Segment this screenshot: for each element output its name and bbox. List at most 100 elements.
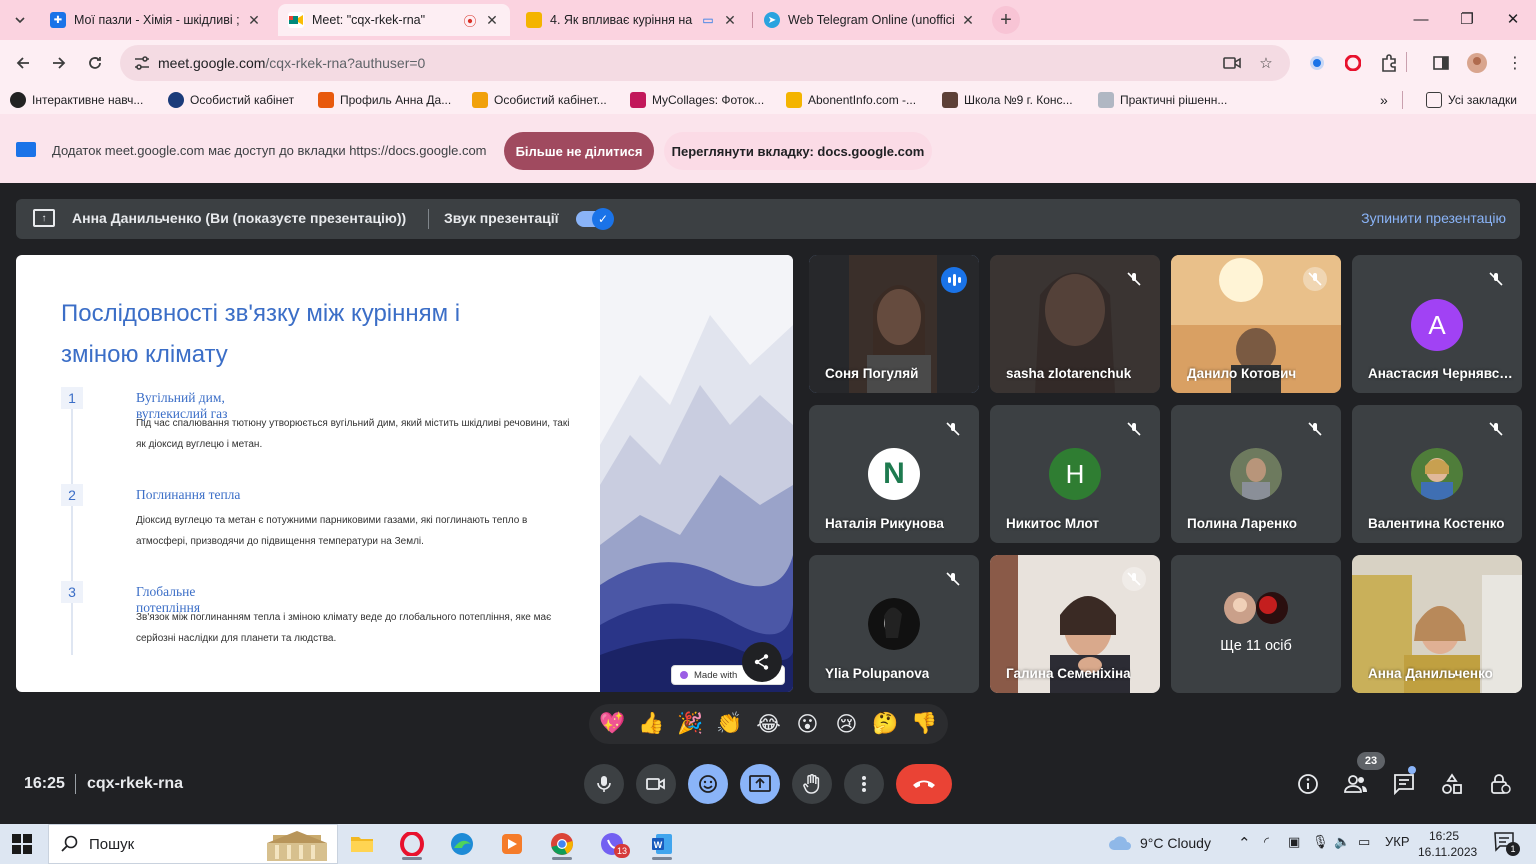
mic-off-icon [1303,267,1327,291]
reactions-button[interactable] [688,764,728,804]
presenting-separator [428,209,429,229]
reaction-sad-button[interactable]: 😢 [830,707,864,741]
taskbar-clock[interactable]: 16:25 16.11.2023 [1418,828,1477,860]
raise-hand-button[interactable] [792,764,832,804]
tab-meet[interactable]: Meet: "cqx-rkek-rna" ⦿ ✕ [278,4,510,36]
reaction-laugh-button[interactable]: 😂 [752,707,786,741]
meet-now-icon[interactable]: ▣ [1288,834,1300,850]
close-icon[interactable]: ✕ [722,12,738,28]
participant-tile[interactable]: N Наталія Рикунова [809,405,979,543]
smile-icon [699,775,717,793]
bookmark-item[interactable]: AbonentInfo.com -... [786,91,916,109]
participant-tile[interactable]: A Анастасия Чернявская [1352,255,1522,393]
viber-app[interactable]: 13 [592,828,632,860]
profile-avatar[interactable] [1466,52,1488,74]
windows-start-button[interactable] [12,834,32,854]
participant-tile[interactable]: sasha zlotarenchuk [990,255,1160,393]
meeting-details-button[interactable] [1292,768,1324,800]
camera-button[interactable] [636,764,676,804]
close-icon[interactable]: ✕ [484,12,500,28]
star-icon[interactable]: ☆ [1254,51,1278,75]
bookmark-item[interactable]: Особистий кабінет [168,91,294,109]
reaction-thumbs-up-button[interactable]: 👍 [635,707,669,741]
reaction-clap-button[interactable]: 👏 [713,707,747,741]
bookmark-item[interactable]: MyCollages: Фоток... [630,91,764,109]
reaction-party-button[interactable]: 🎉 [674,707,708,741]
site-info-icon[interactable] [130,51,154,75]
opera-icon[interactable] [1342,52,1364,74]
view-tab-button[interactable]: Переглянути вкладку: docs.google.com [664,132,932,170]
reaction-heart-button[interactable]: 💖 [596,707,630,741]
tab-puzzles[interactable]: ✚ Мої пазли - Хімія - шкідливі ; ✕ [40,4,272,36]
chat-button[interactable] [1388,768,1420,800]
presentation-audio-toggle[interactable]: ✓ [576,208,614,230]
activities-button[interactable] [1436,768,1468,800]
leave-call-button[interactable] [896,764,952,804]
present-button[interactable] [740,764,780,804]
reaction-thumbs-down-button[interactable]: 👎 [908,707,942,741]
forward-button[interactable] [44,48,74,78]
weather-widget[interactable]: 9°C Cloudy [1108,835,1211,851]
all-bookmarks-button[interactable]: Усі закладки [1426,91,1517,109]
slideshow-app[interactable] [492,828,532,860]
host-controls-button[interactable] [1484,768,1516,800]
participant-tile[interactable]: Галина Семеніхіна [990,555,1160,693]
bookmark-item[interactable]: Практичні рішенн... [1098,91,1227,109]
extension-blue-icon[interactable] [1306,52,1328,74]
back-button[interactable] [8,48,38,78]
menu-kebab-icon[interactable]: ⋮ [1504,52,1526,74]
side-panel-icon[interactable] [1430,52,1452,74]
participant-tile[interactable]: Соня Погуляй [809,255,979,393]
reaction-thinking-button[interactable]: 🤔 [869,707,903,741]
tab-slides[interactable]: 4. Як впливає куріння на л ▭ ✕ [516,4,748,36]
tab-search-button[interactable] [8,8,32,32]
slide-share-button[interactable] [742,642,782,682]
check-icon: ✓ [592,208,614,230]
tab-telegram[interactable]: ➤ Web Telegram Online (unoffici ✕ [754,4,986,36]
close-icon[interactable]: ✕ [246,12,262,28]
bookmark-item[interactable]: Школа №9 г. Конс... [942,91,1073,109]
people-button[interactable] [1340,768,1372,800]
show-hidden-icons-button[interactable]: ⌃ [1238,834,1251,852]
volume-icon[interactable]: 🔈 [1334,834,1350,850]
maximize-button[interactable]: ❐ [1444,4,1490,34]
chrome-app[interactable] [542,828,582,860]
input-language[interactable]: УКР [1385,834,1410,849]
extensions-puzzle-icon[interactable] [1378,52,1400,74]
word-app[interactable]: W [642,828,682,860]
stop-presenting-link[interactable]: Зупинити презентацію [1361,210,1506,226]
opera-app[interactable] [392,828,432,860]
battery-icon[interactable]: ▭ [1358,834,1370,850]
close-window-button[interactable]: ✕ [1490,4,1536,34]
participant-tile[interactable]: Ylia Polupanova [809,555,979,693]
microphone-button[interactable] [584,764,624,804]
new-tab-button[interactable]: + [992,6,1020,34]
notifications-button[interactable]: 1 [1494,832,1520,856]
file-explorer-app[interactable] [342,828,382,860]
bookmark-item[interactable]: Інтерактивне навч... [10,91,143,109]
participant-tile[interactable]: Валентина Костенко [1352,405,1522,543]
edge-app[interactable] [442,828,482,860]
bookmark-item[interactable]: Профиль Анна Да... [318,91,451,109]
minimize-button[interactable]: — [1398,4,1444,34]
more-participants-tile[interactable]: Ще 11 осіб [1171,555,1341,693]
clock-time: 16:25 [1428,829,1460,843]
more-options-button[interactable] [844,764,884,804]
close-icon[interactable]: ✕ [960,12,976,28]
reaction-surprised-button[interactable]: 😮 [791,707,825,741]
microphone-tray-icon[interactable]: 🎙 [1312,834,1329,850]
wifi-icon[interactable]: ◜ [1264,834,1269,850]
address-bar[interactable]: meet.google.com/cqx-rkek-rna?authuser=0 … [120,45,1290,81]
reload-button[interactable] [80,48,110,78]
participant-tile[interactable]: Данило Котович [1171,255,1341,393]
participant-tile-self[interactable]: Анна Данильченко [1352,555,1522,693]
taskbar-search[interactable]: Пошук [48,824,338,864]
stop-sharing-button[interactable]: Більше не ділитися [504,132,654,170]
bookmark-item[interactable]: Особистий кабінет... [472,91,607,109]
participant-tile[interactable]: Полина Ларенко [1171,405,1341,543]
share-icon [754,654,769,670]
participant-tile[interactable]: H Никитос Млот [990,405,1160,543]
more-bookmarks-button[interactable]: » [1380,91,1388,109]
tab-title: Web Telegram Online (unoffici [788,13,954,27]
camera-icon[interactable] [1220,51,1244,75]
